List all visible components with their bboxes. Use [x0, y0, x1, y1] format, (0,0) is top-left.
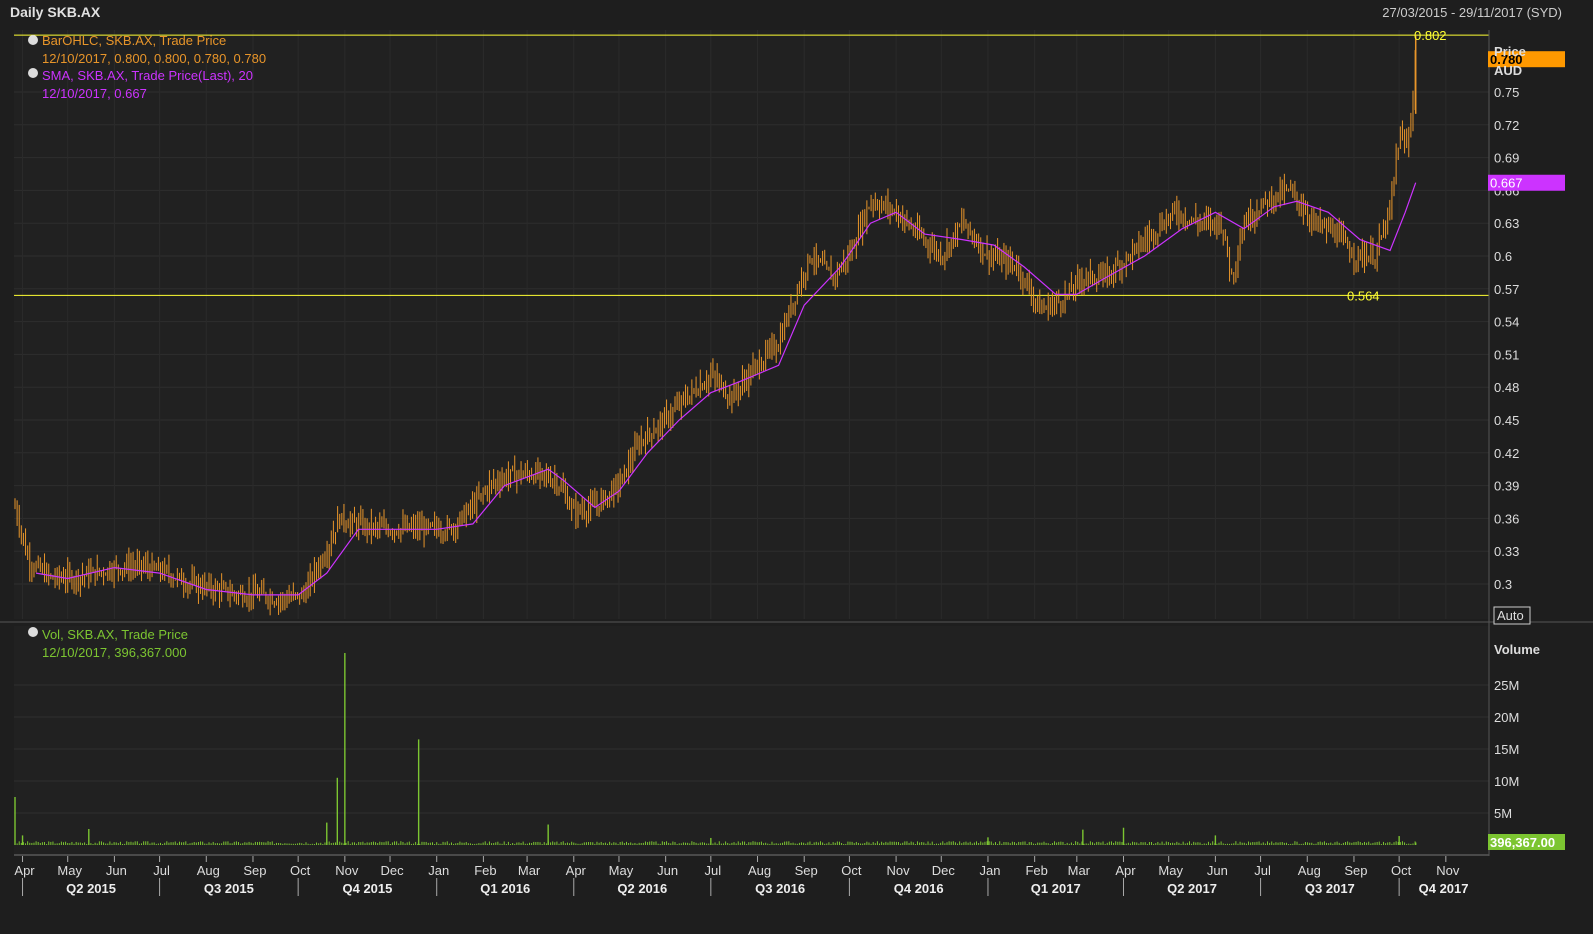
month-tick-label: Jun [1207, 863, 1228, 878]
price-tick-label: 0.57 [1494, 282, 1519, 297]
volume-tick-label: 5M [1494, 806, 1512, 821]
month-tick-label: Nov [887, 863, 911, 878]
legend-ohlc-values: 12/10/2017, 0.800, 0.800, 0.780, 0.780 [42, 51, 266, 66]
sma-tag: 0.667 [1490, 176, 1523, 191]
month-tick-label: Mar [1068, 863, 1091, 878]
month-tick-label: May [57, 863, 82, 878]
month-tick-label: Feb [474, 863, 496, 878]
month-tick-label: Nov [335, 863, 359, 878]
price-volume-chart: 0.3 0.33 0.36 0.39 0.42 0.45 0.48 0.51 0.54 0.57 0… [0, 0, 1593, 934]
legend-vol-label: Vol, SKB.AX, Trade Price [42, 627, 188, 642]
quarter-tick-label: Q2 2017 [1167, 881, 1217, 896]
month-tick-label: Aug [197, 863, 220, 878]
quarter-tick-label: Q3 2015 [204, 881, 254, 896]
quarter-tick-label: Q1 2017 [1031, 881, 1081, 896]
price-tick-label: 0.39 [1494, 479, 1519, 494]
month-tick-label: Jul [1254, 863, 1271, 878]
month-tick-label: May [1158, 863, 1183, 878]
month-tick-label: Sep [795, 863, 818, 878]
month-tick-label: Jun [106, 863, 127, 878]
volume-panel [14, 626, 1489, 854]
month-tick-label: Nov [1436, 863, 1460, 878]
legend-info-icon[interactable] [28, 68, 38, 78]
month-tick-label: Apr [1115, 863, 1136, 878]
volume-tick-label: 10M [1494, 774, 1519, 789]
quarter-tick-label: Q2 2016 [617, 881, 667, 896]
volume-tick-label: 20M [1494, 710, 1519, 725]
month-tick-label: May [609, 863, 634, 878]
price-panel [14, 30, 1489, 619]
quarter-tick-label: Q3 2016 [755, 881, 805, 896]
date-range: 27/03/2015 - 29/11/2017 (SYD) [1382, 5, 1562, 20]
month-tick-label: Jul [705, 863, 722, 878]
month-tick-label: Dec [932, 863, 956, 878]
chart-window: 0.3 0.33 0.36 0.39 0.42 0.45 0.48 0.51 0.54 0.57 0… [0, 0, 1593, 934]
price-tick-label: 0.45 [1494, 413, 1519, 428]
price-tick-label: 0.42 [1494, 446, 1519, 461]
month-tick-label: Aug [748, 863, 771, 878]
price-axis-unit: AUD [1494, 63, 1522, 78]
volume-tick-label: 25M [1494, 678, 1519, 693]
volume-tag: 396,367.00 [1490, 835, 1555, 850]
month-tick-label: Oct [290, 863, 311, 878]
price-tick-label: 0.75 [1494, 85, 1519, 100]
month-tick-label: Dec [380, 863, 404, 878]
legend-info-icon[interactable] [28, 35, 38, 45]
legend-info-icon[interactable] [28, 627, 38, 637]
month-tick-label: Feb [1025, 863, 1047, 878]
price-axis-title: Price [1494, 44, 1526, 59]
month-tick-label: Aug [1298, 863, 1321, 878]
month-tick-label: Apr [14, 863, 35, 878]
price-tick-label: 0.36 [1494, 511, 1519, 526]
quarter-tick-label: Q4 2015 [342, 881, 392, 896]
price-tick-label: 0.51 [1494, 347, 1519, 362]
high-line-label: 0.802 [1414, 28, 1447, 43]
price-tick-label: 0.63 [1494, 216, 1519, 231]
month-tick-label: Mar [518, 863, 541, 878]
month-tick-label: Oct [841, 863, 862, 878]
low-line-label: 0.564 [1347, 288, 1380, 303]
legend-vol-values: 12/10/2017, 396,367.000 [42, 645, 187, 660]
auto-scale-label: Auto [1497, 608, 1524, 623]
legend-sma-values: 12/10/2017, 0.667 [42, 86, 147, 101]
quarter-tick-label: Q2 2015 [66, 881, 116, 896]
month-tick-label: Oct [1391, 863, 1412, 878]
month-tick-label: Jun [657, 863, 678, 878]
legend-ohlc-label: BarOHLC, SKB.AX, Trade Price [42, 33, 226, 48]
month-tick-label: Jul [153, 863, 170, 878]
quarter-tick-label: Q4 2017 [1419, 881, 1469, 896]
chart-title: Daily SKB.AX [10, 4, 101, 20]
month-tick-label: Sep [243, 863, 266, 878]
price-tick-label: 0.3 [1494, 577, 1512, 592]
month-tick-label: Jan [979, 863, 1000, 878]
month-tick-label: Jan [428, 863, 449, 878]
quarter-tick-label: Q3 2017 [1305, 881, 1355, 896]
price-tick-label: 0.48 [1494, 380, 1519, 395]
price-tick-label: 0.6 [1494, 249, 1512, 264]
legend-sma-label: SMA, SKB.AX, Trade Price(Last), 20 [42, 68, 253, 83]
month-tick-label: Apr [566, 863, 587, 878]
volume-tick-label: 15M [1494, 742, 1519, 757]
quarter-tick-label: Q1 2016 [480, 881, 530, 896]
price-tick-label: 0.33 [1494, 544, 1519, 559]
price-tick-label: 0.54 [1494, 315, 1519, 330]
quarter-tick-label: Q4 2016 [894, 881, 944, 896]
volume-axis-title: Volume [1494, 642, 1540, 657]
month-tick-label: Sep [1344, 863, 1367, 878]
price-tick-label: 0.72 [1494, 118, 1519, 133]
price-tick-label: 0.69 [1494, 151, 1519, 166]
